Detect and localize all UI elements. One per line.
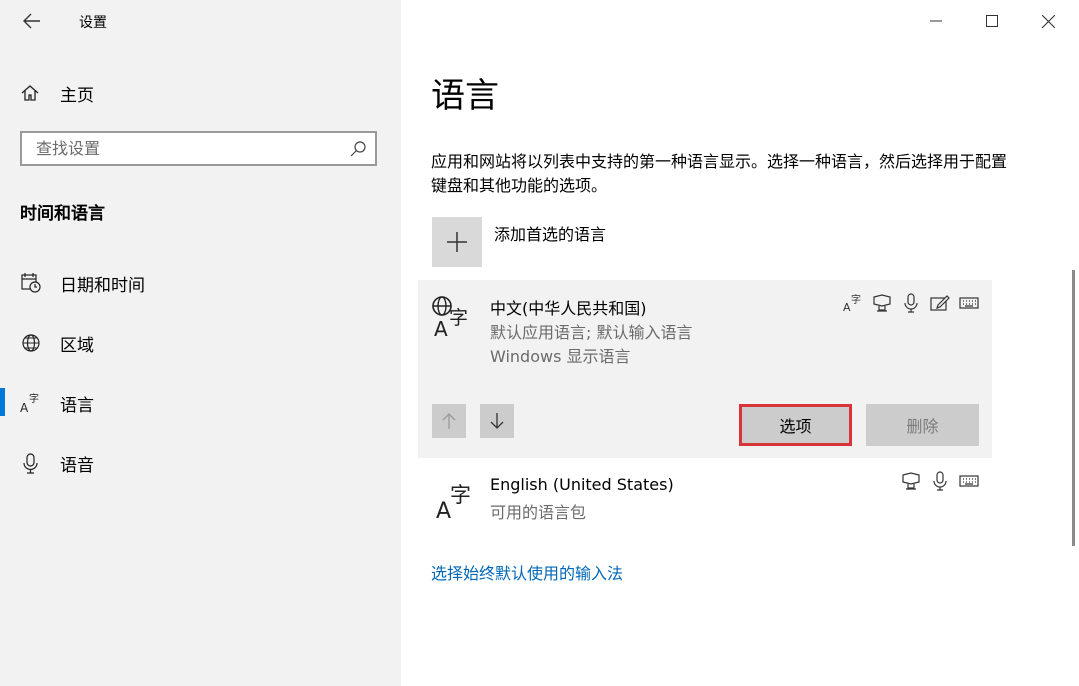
globe-region-icon	[22, 334, 40, 352]
add-language-label[interactable]: 添加首选的语言	[494, 221, 606, 245]
plus-icon	[447, 232, 467, 252]
feature-keyboard	[958, 470, 980, 492]
language-item-english[interactable]: A 字 English (United States) 可用的语言包	[418, 462, 992, 532]
nav-home[interactable]: 主页	[20, 78, 380, 108]
minimize-button[interactable]	[916, 8, 956, 34]
nav-home-label: 主页	[60, 85, 94, 106]
scrollbar[interactable]	[1072, 270, 1075, 546]
sidebar-item-date-time[interactable]: 日期和时间	[0, 262, 401, 302]
app-title: 设置	[79, 15, 107, 31]
language-name: English (United States)	[490, 475, 674, 494]
svg-text:字: 字	[450, 483, 471, 507]
options-button[interactable]: 选项	[739, 404, 852, 446]
search-icon	[350, 141, 366, 157]
close-button[interactable]	[1028, 8, 1068, 34]
main-pane: 语言 应用和网站将以列表中支持的第一种语言显示。选择一种语言，然后选择用于配置键…	[401, 0, 1079, 686]
microphone-icon	[904, 293, 918, 313]
arrow-down-icon	[490, 413, 504, 429]
sidebar-item-label: 语言	[60, 396, 94, 416]
svg-text:A: A	[20, 401, 29, 414]
active-indicator	[0, 388, 5, 416]
input-method-link[interactable]: 选择始终默认使用的输入法	[431, 560, 623, 584]
svg-text:A: A	[436, 499, 451, 520]
feature-display-language: A字	[842, 292, 864, 314]
speech-icon	[873, 294, 891, 312]
sidebar-item-speech[interactable]: 语音	[0, 442, 401, 482]
language-subtitle: 可用的语言包	[490, 503, 587, 522]
feature-microphone	[900, 292, 922, 314]
handwriting-icon	[930, 295, 950, 311]
microphone-icon	[23, 453, 38, 474]
feature-speech	[871, 292, 893, 314]
display-language-icon: A字	[843, 293, 861, 313]
keyboard-icon	[959, 475, 979, 487]
search-box[interactable]	[20, 131, 377, 166]
sidebar-item-region[interactable]: 区域	[0, 322, 401, 362]
svg-text:字: 字	[29, 392, 39, 405]
back-button[interactable]	[18, 8, 46, 34]
sidebar-item-language[interactable]: A字 语言	[0, 382, 401, 422]
language-icon: A 字	[436, 483, 471, 520]
arrow-up-icon	[442, 413, 456, 429]
speech-icon	[902, 472, 920, 490]
svg-text:A: A	[434, 317, 448, 340]
language-item-chinese[interactable]: A 字 中文(中华人民共和国) 默认应用语言; 默认输入语言 Windows 显…	[418, 280, 992, 458]
page-description: 应用和网站将以列表中支持的第一种语言显示。选择一种语言，然后选择用于配置键盘和其…	[431, 152, 1008, 195]
maximize-button[interactable]	[972, 8, 1012, 34]
minimize-icon	[930, 20, 942, 22]
move-down-button[interactable]	[480, 404, 514, 438]
feature-speech	[900, 470, 922, 492]
sidebar-item-label: 区域	[60, 336, 94, 356]
keyboard-icon	[959, 297, 979, 309]
section-title: 时间和语言	[20, 204, 105, 224]
language-name: 中文(中华人民共和国)	[490, 299, 647, 318]
feature-microphone	[929, 470, 951, 492]
move-up-button[interactable]	[432, 404, 466, 438]
remove-button: 删除	[866, 404, 979, 446]
back-arrow-icon	[23, 13, 40, 29]
calendar-clock-icon	[21, 273, 41, 293]
svg-text:字: 字	[449, 307, 468, 329]
language-subtitle: Windows 显示语言	[490, 347, 631, 366]
search-input[interactable]	[36, 139, 336, 158]
page-title: 语言	[431, 76, 499, 116]
feature-handwriting	[929, 292, 951, 314]
home-icon	[21, 85, 39, 101]
svg-text:A: A	[843, 301, 851, 313]
svg-text:字: 字	[851, 293, 861, 306]
sidebar-item-label: 日期和时间	[60, 276, 145, 296]
language-icon: A字	[20, 392, 39, 414]
sidebar-item-label: 语音	[60, 456, 94, 476]
sidebar: 设置 主页 时间和语言 日期和时间 区域 A字 语言 语音	[0, 0, 401, 686]
microphone-icon	[933, 471, 947, 491]
language-subtitle: 默认应用语言; 默认输入语言	[490, 323, 693, 342]
display-language-icon: A 字	[432, 296, 468, 340]
maximize-icon	[986, 15, 998, 27]
add-language-button[interactable]	[432, 217, 482, 267]
feature-keyboard	[958, 292, 980, 314]
close-icon	[1041, 14, 1055, 28]
